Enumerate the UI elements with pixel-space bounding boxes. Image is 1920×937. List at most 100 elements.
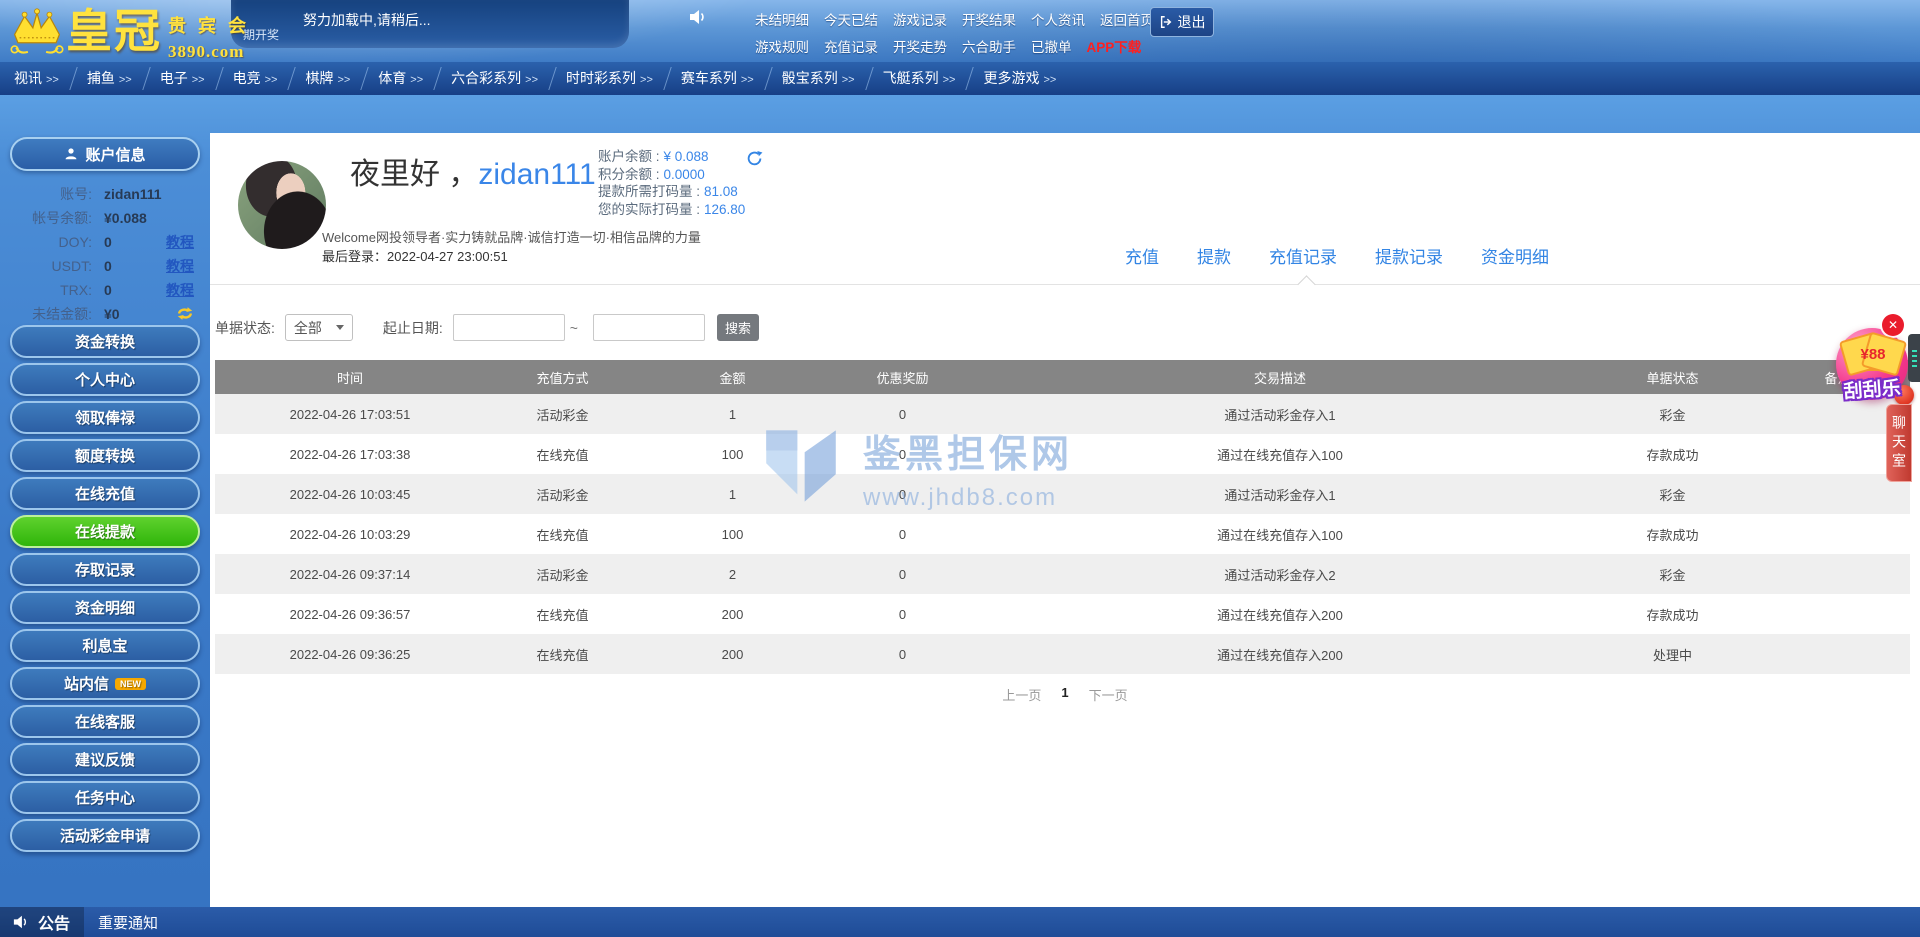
game-nav-item[interactable]: 棋牌 >>	[291, 62, 364, 95]
sidebar-menu: 资金转换 个人中心 领取俸禄 额度转换 在线充值 在线提款 存取记录 资金明细 …	[0, 325, 210, 857]
app-download-link[interactable]: APP下载	[1087, 36, 1142, 56]
sidebar-menu-button[interactable]: 在线充值	[10, 477, 200, 510]
sidebar-menu-button[interactable]: 资金明细	[10, 591, 200, 624]
game-nav-bar: 视讯 >> 捕鱼 >> 电子 >> 电竞 >> 棋牌 >> 体育 >> 六合彩系列 >> 时时…	[0, 62, 1920, 95]
sidebar-menu-button[interactable]: 额度转换	[10, 439, 200, 472]
game-nav-item[interactable]: 飞艇系列 >>	[869, 62, 970, 95]
balance-line: 积分余额 : 0.0000	[598, 166, 705, 182]
sidebar-menu-button[interactable]: 利息宝	[10, 629, 200, 662]
game-nav-item[interactable]: 赛车系列 >>	[667, 62, 768, 95]
pagination: 上一页 1 下一页	[210, 685, 1920, 704]
prev-page-link[interactable]: 上一页	[1002, 685, 1041, 704]
main-content: 夜里好 ，zidan111 账户余额 : ¥ 0.088 积分余额 : 0.00…	[210, 133, 1920, 907]
tab[interactable]: 充值记录	[1269, 243, 1337, 268]
game-nav-item[interactable]: 电竞 >>	[219, 62, 292, 95]
refresh-icon[interactable]	[176, 306, 194, 321]
scratch-card-promo[interactable]: ¥88 刮刮乐	[1836, 328, 1908, 403]
balance-line: 账户余额 : ¥ 0.088	[598, 149, 709, 164]
tutorial-link[interactable]: 教程	[166, 232, 194, 252]
account-field-row: TRX: 0 教程	[0, 281, 210, 298]
balance-line: 提款所需打码量 : 81.08	[598, 184, 738, 199]
footer-bar: 公告 重要通知	[0, 907, 1920, 937]
header-nav-link[interactable]: 开奖结果	[962, 9, 1016, 29]
header-nav-link[interactable]: 开奖走势	[893, 36, 947, 56]
table-header-cell: 时间	[336, 370, 363, 386]
tutorial-link[interactable]: 教程	[166, 280, 194, 300]
sidebar-menu-button[interactable]: 建议反馈	[10, 743, 200, 776]
welcome-slogan: Welcome网投领导者·实力铸就品牌·诚信打造一切·相信品牌的力量	[322, 230, 701, 245]
status-select[interactable]: 全部	[284, 314, 353, 341]
header-nav-link[interactable]: 游戏规则	[755, 36, 809, 56]
next-page-link[interactable]: 下一页	[1089, 685, 1128, 704]
header-nav-link[interactable]: 未结明细	[755, 9, 809, 29]
game-nav-item[interactable]: 视讯 >>	[0, 62, 73, 95]
greeting: 夜里好 ，zidan111	[350, 158, 596, 191]
logout-icon	[1159, 15, 1173, 29]
new-badge: NEW	[115, 677, 146, 690]
table-header-cell: 单据状态	[1646, 370, 1699, 386]
header-nav-link[interactable]: 六合助手	[962, 36, 1016, 56]
header-nav-link[interactable]: 返回首页	[1100, 9, 1154, 29]
game-nav-item[interactable]: 捕鱼 >>	[73, 62, 146, 95]
logout-button[interactable]: 退出	[1150, 7, 1214, 37]
game-nav-item[interactable]: 电子 >>	[146, 62, 219, 95]
game-nav-item[interactable]: 骰宝系列 >>	[768, 62, 869, 95]
table-row: 2022-04-26 17:03:38 在线充值 100 0 通过在线充值存入100 存款…	[215, 434, 1910, 474]
game-nav-item[interactable]: 六合彩系列 >>	[437, 62, 552, 95]
top-header: 期开奖 努力加载中,请稍后... 未结明细 今天已结 游戏记录 开奖结果 个人资讯 返回首…	[0, 0, 1920, 62]
field-value: ¥0	[104, 305, 120, 322]
account-field-row: USDT: 0 教程	[0, 257, 210, 274]
table-row: 2022-04-26 17:03:51 活动彩金 1 0 通过活动彩金存入1 彩金	[215, 394, 1910, 434]
header-nav-link[interactable]: 游戏记录	[893, 9, 947, 29]
game-nav-item[interactable]: 更多游戏 >>	[969, 62, 1070, 95]
double-arrow: >>	[740, 74, 754, 86]
date-range-label: 起止日期:	[382, 319, 443, 336]
game-nav-item[interactable]: 时时彩系列 >>	[552, 62, 667, 95]
tab[interactable]: 提款记录	[1375, 243, 1443, 268]
sidebar-menu-button[interactable]: 活动彩金申请	[10, 819, 200, 852]
double-arrow: >>	[640, 74, 653, 86]
double-arrow: >>	[410, 74, 424, 86]
field-label: 账号:	[60, 185, 92, 202]
account-info-button[interactable]: 账户信息	[10, 137, 200, 171]
sidebar-menu-button[interactable]: 存取记录	[10, 553, 200, 586]
close-icon[interactable]: ✕	[1882, 314, 1904, 336]
tab[interactable]: 提款	[1197, 243, 1231, 268]
header-nav-link[interactable]: 个人资讯	[1031, 9, 1085, 29]
balance-refresh-icon[interactable]	[746, 150, 763, 167]
sidebar-menu-button[interactable]: 在线提款	[10, 515, 200, 548]
sidebar-menu-button[interactable]: 在线客服	[10, 705, 200, 738]
search-button[interactable]: 搜索	[716, 314, 759, 341]
tilde-separator: ~	[569, 319, 578, 336]
double-arrow: >>	[942, 74, 956, 86]
date-from-input[interactable]	[452, 314, 565, 341]
tab[interactable]: 资金明细	[1481, 243, 1549, 268]
scratch-card-icon: ¥88	[1853, 337, 1893, 371]
announcement-text[interactable]: 重要通知	[98, 912, 158, 933]
tutorial-link[interactable]: 教程	[166, 256, 194, 276]
sidebar-menu-button[interactable]: 任务中心	[10, 781, 200, 814]
sidebar-menu-button[interactable]: 资金转换	[10, 325, 200, 358]
chat-collapse-handle[interactable]	[1908, 334, 1920, 382]
sidebar-menu-button[interactable]: 站内信 NEW	[10, 667, 200, 700]
header-nav-link[interactable]: 已撤单	[1031, 36, 1072, 56]
tab[interactable]: 充值	[1125, 243, 1159, 268]
game-nav-item[interactable]: 体育 >>	[364, 62, 437, 95]
header-nav-link[interactable]: 今天已结	[824, 9, 878, 29]
date-to-input[interactable]	[592, 314, 705, 341]
double-arrow: >>	[1043, 74, 1057, 86]
current-page[interactable]: 1	[1061, 685, 1068, 704]
sidebar-menu-button[interactable]: 个人中心	[10, 363, 200, 396]
header-nav-link[interactable]: 充值记录	[824, 36, 878, 56]
scratch-card-label: 刮刮乐	[1842, 378, 1902, 403]
header-nav-row2: 游戏规则 充值记录 开奖走势 六合助手 已撤单 APP下载	[755, 36, 1155, 56]
filter-bar: 单据状态: 全部 起止日期: ~ 搜索	[215, 314, 759, 341]
chat-room-tab[interactable]: 聊天室	[1886, 404, 1912, 482]
account-field-row: 账号: zidan111	[0, 185, 210, 202]
announcement-block: 公告	[0, 907, 84, 937]
double-arrow: >>	[337, 74, 351, 86]
sidebar: 账户信息 账号: zidan111 帐号余额: ¥0.088 DOY: 0 教程	[0, 95, 210, 907]
chevron-down-icon	[335, 325, 344, 330]
logout-label: 退出	[1177, 14, 1206, 30]
sidebar-menu-button[interactable]: 领取俸禄	[10, 401, 200, 434]
